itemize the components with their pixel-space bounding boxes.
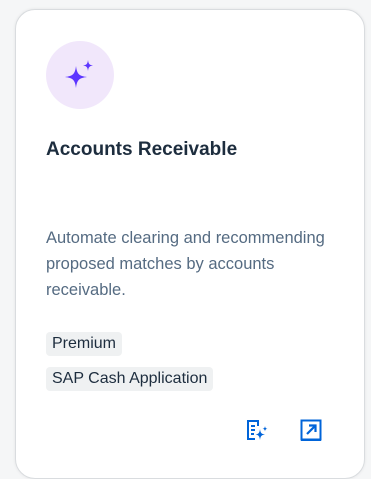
open-app-button[interactable] [297, 416, 325, 444]
premium-tag: Premium [46, 332, 123, 356]
product-tag: SAP Cash Application [46, 367, 214, 391]
app-icon-badge [46, 41, 114, 109]
app-description: Automate clearing and recommending propo… [46, 229, 325, 299]
app-tile-card[interactable]: Accounts Receivable Automate clearing an… [15, 9, 365, 479]
app-title: Accounts Receivable [46, 139, 238, 160]
ai-table-button[interactable] [242, 416, 270, 444]
ai-sparkle-icon [65, 60, 93, 88]
open-external-icon [300, 419, 322, 441]
ai-table-icon [247, 420, 268, 440]
